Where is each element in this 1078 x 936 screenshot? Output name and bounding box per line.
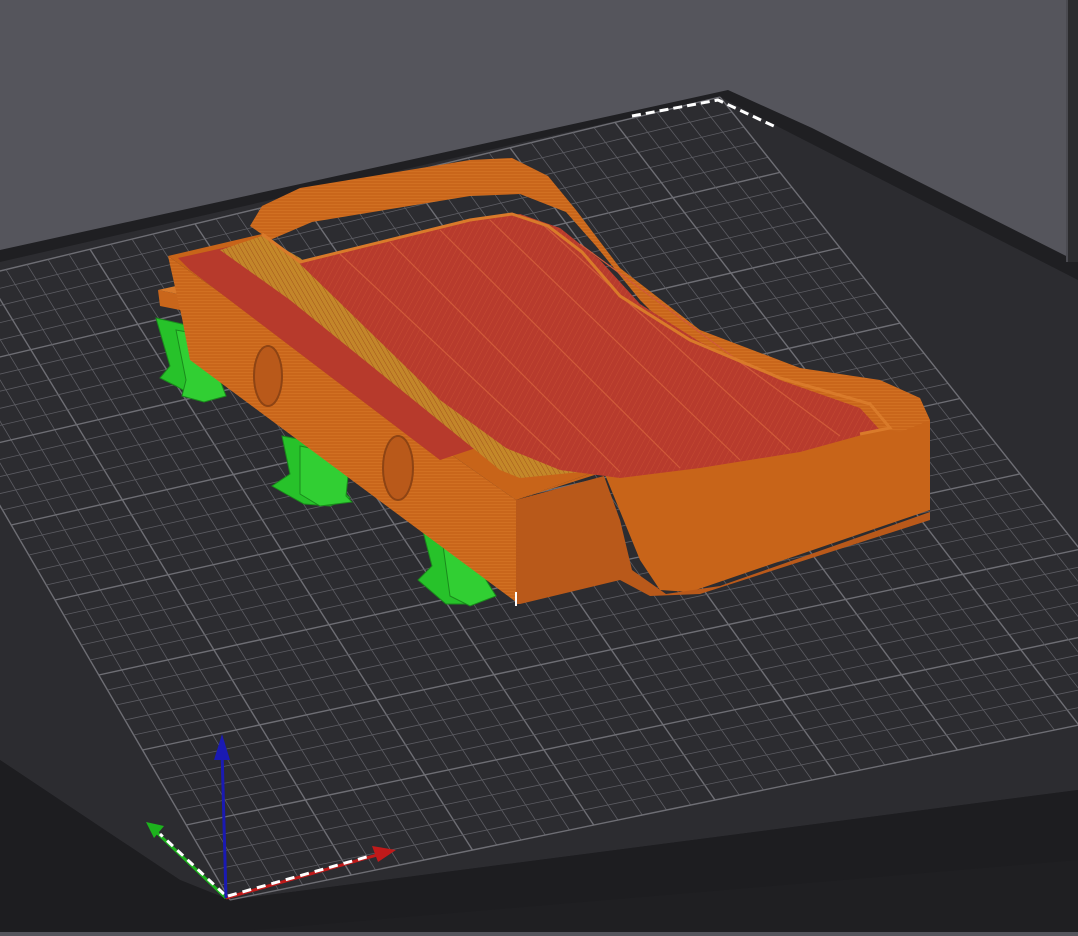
side-hole-2 — [383, 436, 413, 500]
3d-viewport[interactable] — [0, 0, 1078, 932]
side-hole-1 — [254, 346, 282, 406]
sidebar-edge[interactable] — [1066, 0, 1078, 262]
scene-canvas[interactable] — [0, 0, 1078, 932]
